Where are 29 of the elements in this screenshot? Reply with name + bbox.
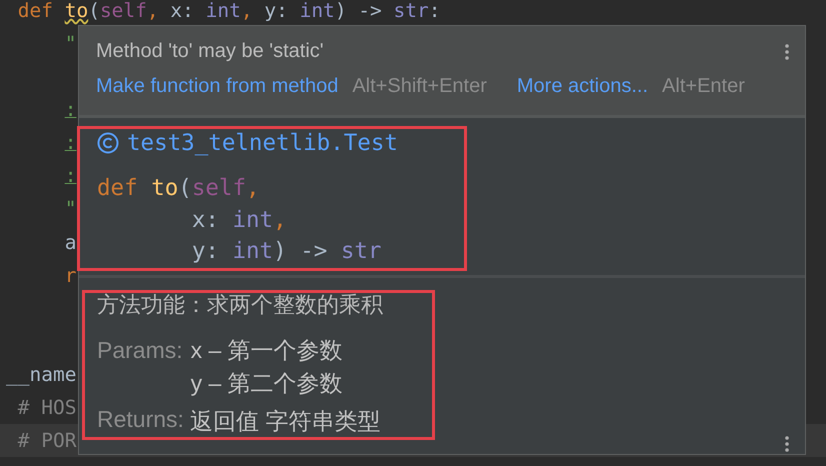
method-description: 方法功能：求两个整数的乘积 bbox=[97, 292, 384, 320]
action-link[interactable]: More actions... bbox=[516, 75, 648, 98]
code-line: : bbox=[64, 131, 76, 154]
returns-label: Returns: bbox=[97, 406, 184, 434]
returns-description: 返回值 字符串类型 bbox=[190, 407, 380, 436]
param-description: y – 第二个参数 bbox=[190, 369, 343, 398]
code-line: # HOS bbox=[16, 396, 76, 419]
code-line: r bbox=[64, 264, 76, 287]
more-options-icon[interactable] bbox=[785, 436, 789, 452]
signature-line: y: int) -> str bbox=[190, 237, 382, 266]
code-line: : bbox=[64, 164, 76, 188]
shortcut-hint: Alt+Enter bbox=[662, 75, 745, 98]
class-name: test3_telnetlib.Test bbox=[127, 130, 398, 156]
warning-message: Method 'to' may be 'static' bbox=[96, 40, 324, 63]
class-icon bbox=[97, 132, 119, 154]
code-line: " bbox=[64, 32, 76, 56]
shortcut-hint: Alt+Shift+Enter bbox=[352, 75, 487, 98]
code-line: def to(self, x: int, y: int) -> str: bbox=[16, 0, 440, 22]
code-line: a bbox=[64, 230, 76, 254]
code-line: # POR bbox=[16, 429, 76, 452]
params-label: Params: bbox=[97, 336, 183, 365]
param-description: x – 第一个参数 bbox=[190, 336, 343, 365]
code-line: : bbox=[64, 98, 76, 122]
action-link[interactable]: Make function from method bbox=[96, 75, 338, 98]
code-line: " bbox=[64, 197, 76, 220]
code-line: __name bbox=[6, 362, 76, 386]
signature-line: def to(self, bbox=[97, 174, 261, 203]
more-options-icon[interactable] bbox=[785, 44, 789, 60]
signature-line: x: int, bbox=[190, 206, 288, 234]
